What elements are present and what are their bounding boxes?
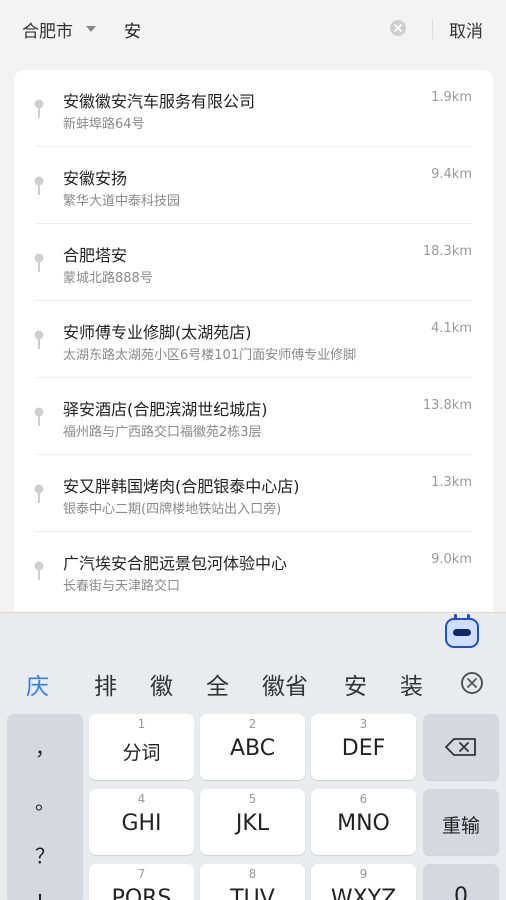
key-4[interactable]: 4 GHI <box>89 789 194 855</box>
result-name: 安徽安扬 <box>63 169 128 188</box>
chevron-down-icon[interactable] <box>86 26 96 32</box>
symbol-column: ， 。 ？ ！ <box>7 714 83 900</box>
clear-icon[interactable] <box>390 20 406 36</box>
key-5[interactable]: 5 JKL <box>200 789 305 855</box>
result-address: 长春街与天津路交口 <box>63 579 181 594</box>
key-number: 3 <box>359 717 368 731</box>
key-number: 9 <box>359 867 368 881</box>
location-pin-icon <box>34 253 44 272</box>
key-label: GHI <box>121 811 162 836</box>
result-address: 新蚌埠路64号 <box>63 117 145 132</box>
key-0[interactable]: 0 <box>423 864 499 900</box>
list-item[interactable]: 安徽徽安汽车服务有限公司 新蚌埠路64号 1.9km <box>14 70 493 147</box>
result-distance: 9.0km <box>431 552 472 567</box>
key-label: WXYZ <box>330 886 397 900</box>
city-selector[interactable]: 合肥市 <box>22 17 73 42</box>
key-2[interactable]: 2 ABC <box>200 714 305 780</box>
list-item[interactable]: 安徽安扬 繁华大道中泰科技园 9.4km <box>14 147 493 224</box>
key-label: TUV <box>230 886 275 900</box>
candidate-word[interactable]: 庆 <box>26 667 49 701</box>
key-label: 重输 <box>441 815 480 837</box>
result-distance: 9.4km <box>431 167 472 182</box>
key-label: 0 <box>454 884 468 900</box>
result-name: 广汽埃安合肥远景包河体验中心 <box>63 554 288 573</box>
search-bar: 合肥市 安 取消 <box>0 0 506 58</box>
result-address: 蒙城北路888号 <box>63 271 153 286</box>
key-label: ABC <box>229 736 276 761</box>
key-number: 6 <box>359 792 368 806</box>
result-name: 驿安酒店(合肥滨湖世纪城店) <box>63 400 268 419</box>
divider <box>432 19 433 39</box>
candidate-word[interactable]: 排 <box>94 667 117 701</box>
candidate-word[interactable]: 安 <box>344 667 367 701</box>
key-label: 分词 <box>122 742 161 764</box>
result-distance: 13.8km <box>422 398 472 413</box>
backspace-key[interactable] <box>423 714 499 780</box>
location-pin-icon <box>34 407 44 426</box>
key-number: 7 <box>137 867 146 881</box>
location-pin-icon <box>34 330 44 349</box>
key-8[interactable]: 8 TUV <box>200 864 305 900</box>
result-distance: 18.3km <box>422 244 472 259</box>
symbol-key[interactable]: 。 <box>7 786 83 815</box>
key-label: MNO <box>337 811 390 836</box>
list-item[interactable]: 广汽埃安合肥远景包河体验中心 长春街与天津路交口 9.0km <box>14 532 493 609</box>
candidate-word[interactable]: 全 <box>206 667 229 701</box>
result-address: 繁华大道中泰科技园 <box>63 194 181 209</box>
keyboard-toolbar <box>0 613 506 653</box>
candidate-word[interactable]: 徽省 <box>262 667 308 701</box>
list-item[interactable]: 安又胖韩国烤肉(合肥银泰中心店) 银泰中心二期(四牌楼地铁站出入口旁) 1.3k… <box>14 455 493 532</box>
result-distance: 4.1km <box>431 321 472 336</box>
key-number: 1 <box>137 717 146 731</box>
symbol-key[interactable]: ？ <box>7 840 83 869</box>
key-3[interactable]: 3 DEF <box>311 714 416 780</box>
result-name: 安师傅专业修脚(太湖苑店) <box>63 323 252 342</box>
key-1[interactable]: 1 分词 <box>89 714 194 780</box>
cancel-button[interactable]: 取消 <box>449 17 483 42</box>
candidate-word[interactable]: 徽 <box>150 667 173 701</box>
location-pin-icon <box>34 484 44 503</box>
key-label: PQRS <box>111 886 172 900</box>
result-name: 安又胖韩国烤肉(合肥银泰中心店) <box>63 477 300 496</box>
list-item[interactable]: 驿安酒店(合肥滨湖世纪城店) 福州路与广西路交口福徽苑2栋3层 13.8km <box>14 378 493 455</box>
result-address: 银泰中心二期(四牌楼地铁站出入口旁) <box>63 502 282 517</box>
key-number: 4 <box>137 792 146 806</box>
symbol-key[interactable]: ， <box>7 732 83 761</box>
location-pin-icon <box>34 176 44 195</box>
key-9[interactable]: 9 WXYZ <box>311 864 416 900</box>
close-circle-icon[interactable] <box>461 672 483 694</box>
key-number: 8 <box>248 867 257 881</box>
result-name: 安徽徽安汽车服务有限公司 <box>63 92 256 111</box>
key-number: 5 <box>248 792 257 806</box>
backspace-icon <box>445 738 476 756</box>
list-item[interactable]: 合肥塔安 蒙城北路888号 18.3km <box>14 224 493 301</box>
key-number: 2 <box>248 717 257 731</box>
list-item[interactable]: 安师傅专业修脚(太湖苑店) 太湖东路太湖苑小区6号楼101门面安师傅专业修脚 4… <box>14 301 493 378</box>
search-input[interactable]: 安 <box>124 17 141 42</box>
candidate-bar: 庆 排 徽 全 徽省 安 装 <box>0 663 506 703</box>
location-pin-icon <box>34 99 44 118</box>
result-address: 太湖东路太湖苑小区6号楼101门面安师傅专业修脚 <box>63 348 357 363</box>
key-label: DEF <box>341 736 386 761</box>
ime-keyboard: 庆 排 徽 全 徽省 安 装 ， 。 ？ ！ 1 分词 2 ABC 3 DEF … <box>0 612 506 900</box>
result-address: 福州路与广西路交口福徽苑2栋3层 <box>63 425 262 440</box>
results-list: 安徽徽安汽车服务有限公司 新蚌埠路64号 1.9km 安徽安扬 繁华大道中泰科技… <box>14 70 493 615</box>
location-pin-icon <box>34 561 44 580</box>
key-label: JKL <box>235 811 270 836</box>
symbol-key[interactable]: ！ <box>7 886 83 900</box>
result-distance: 1.9km <box>431 90 472 105</box>
retype-key[interactable]: 重输 <box>423 789 499 855</box>
result-distance: 1.3km <box>431 475 472 490</box>
key-6[interactable]: 6 MNO <box>311 789 416 855</box>
key-7[interactable]: 7 PQRS <box>89 864 194 900</box>
keyboard-assistant-icon[interactable] <box>445 614 479 648</box>
candidate-word[interactable]: 装 <box>400 667 423 701</box>
result-name: 合肥塔安 <box>63 246 128 265</box>
